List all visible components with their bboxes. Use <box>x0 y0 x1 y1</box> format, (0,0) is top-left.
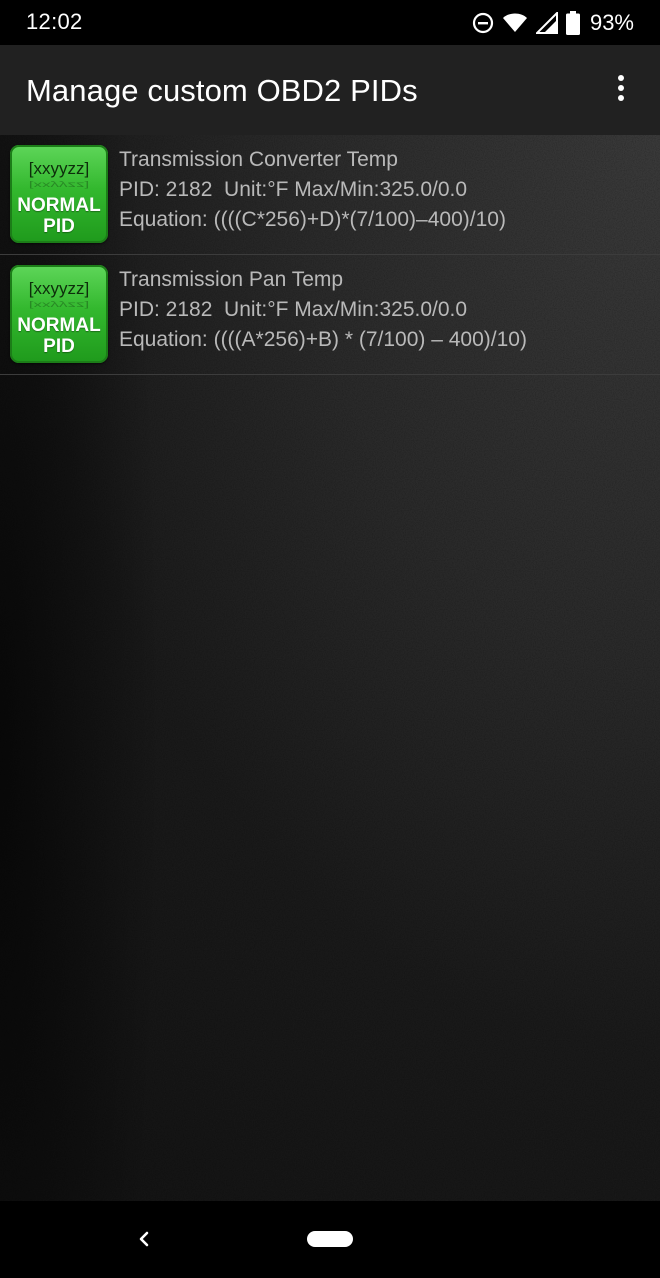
list-item[interactable]: [xxyyzz] [xxyyzz] NORMAL PID Transmissio… <box>0 135 660 255</box>
badge-code: [xxyyzz] <box>28 159 90 178</box>
overflow-menu-button[interactable] <box>596 65 646 115</box>
back-chevron-icon <box>130 1231 158 1257</box>
pid-name: Transmission Converter Temp <box>119 148 398 171</box>
badge-type-line2: PID <box>43 216 75 237</box>
cellular-signal-icon <box>535 12 558 34</box>
pid-equation: Equation: ((((C*256)+D)*(7/100)–400)/10) <box>119 208 506 231</box>
do-not-disturb-icon <box>472 12 494 34</box>
list-item[interactable]: [xxyyzz] [xxyyzz] NORMAL PID Transmissio… <box>0 255 660 375</box>
battery-icon <box>565 11 580 35</box>
badge-type: NORMAL PID <box>10 315 108 357</box>
screen: 12:02 93% Manage custom OBD2 PIDs [xxyyz… <box>0 0 660 1278</box>
more-vert-icon <box>616 74 626 106</box>
normal-pid-badge: [xxyyzz] [xxyyzz] NORMAL PID <box>10 145 108 243</box>
content-area: [xxyyzz] [xxyyzz] NORMAL PID Transmissio… <box>0 135 660 1201</box>
pid-name: Transmission Pan Temp <box>119 268 344 291</box>
badge-type-line2: PID <box>43 336 75 357</box>
pid-details: PID: 2182 Unit:°F Max/Min:325.0/0.0 <box>119 178 468 201</box>
pid-text: Transmission Pan Temp PID: 2182 Unit:°F … <box>119 265 527 355</box>
status-bar: 12:02 93% <box>0 0 660 45</box>
pid-details: PID: 2182 Unit:°F Max/Min:325.0/0.0 <box>119 298 468 321</box>
normal-pid-badge: [xxyyzz] [xxyyzz] NORMAL PID <box>10 265 108 363</box>
wifi-icon <box>502 12 528 34</box>
pid-list: [xxyyzz] [xxyyzz] NORMAL PID Transmissio… <box>0 135 660 375</box>
badge-type: NORMAL PID <box>10 195 108 237</box>
status-time: 12:02 <box>26 9 83 34</box>
badge-code: [xxyyzz] <box>28 279 90 298</box>
app-bar: Manage custom OBD2 PIDs <box>0 45 660 135</box>
page-title: Manage custom OBD2 PIDs <box>26 73 418 108</box>
pid-equation: Equation: ((((A*256)+B) * (7/100) – 400)… <box>119 328 527 351</box>
navigation-bar <box>0 1201 660 1278</box>
back-button[interactable] <box>130 1225 158 1253</box>
battery-percent: 93% <box>589 10 634 35</box>
badge-code-reflection: [xxyyzz] <box>28 300 90 311</box>
badge-type-line1: NORMAL <box>17 315 101 336</box>
status-icons: 93% <box>472 9 634 37</box>
home-pill-button[interactable] <box>307 1231 353 1247</box>
badge-code-reflection: [xxyyzz] <box>28 180 90 191</box>
badge-type-line1: NORMAL <box>17 195 101 216</box>
pid-text: Transmission Converter Temp PID: 2182 Un… <box>119 145 506 235</box>
